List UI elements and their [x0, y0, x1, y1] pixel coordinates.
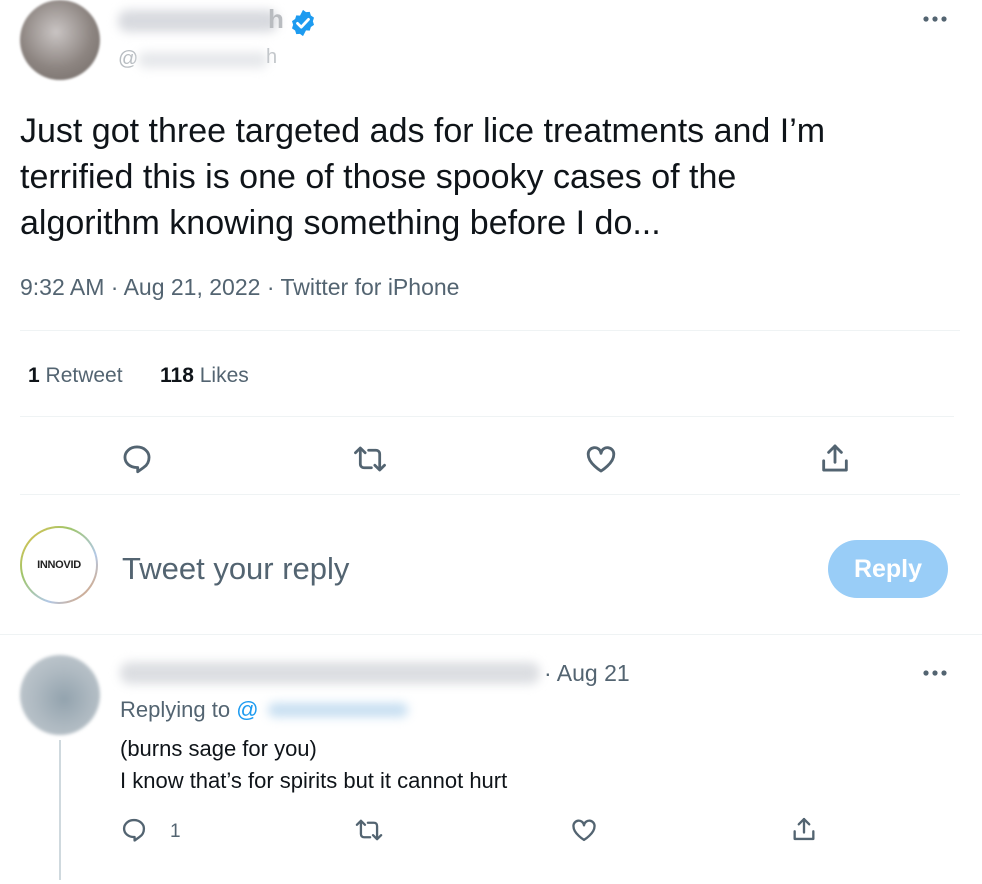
- verified-badge-icon: [288, 8, 318, 38]
- retweet-count: 1: [28, 364, 40, 387]
- tweet-text: Just got three targeted ads for lice tre…: [20, 108, 960, 246]
- tweet-text-line: terrified this is one of those spooky ca…: [20, 158, 737, 196]
- divider: [0, 634, 982, 635]
- tweet-source[interactable]: Twitter for iPhone: [280, 274, 459, 300]
- reply-icon[interactable]: [120, 816, 148, 844]
- share-icon[interactable]: [818, 440, 852, 476]
- reply-button[interactable]: Reply: [828, 540, 948, 598]
- reply-icon[interactable]: [120, 442, 154, 476]
- reply-author-avatar[interactable]: [20, 655, 100, 735]
- retweet-stat[interactable]: 1 Retweet: [28, 364, 123, 388]
- more-horizontal-icon[interactable]: [920, 12, 950, 26]
- reply-date[interactable]: · Aug 21: [544, 660, 630, 687]
- meta-separator: ·: [110, 274, 119, 300]
- author-avatar[interactable]: [20, 0, 100, 80]
- tweet-text-line: Just got three targeted ads for lice tre…: [20, 112, 826, 150]
- reply-count: 1: [170, 821, 181, 842]
- author-name-blurred[interactable]: [118, 10, 278, 32]
- heart-icon[interactable]: [570, 816, 598, 844]
- likes-count: 118: [160, 364, 194, 387]
- reply-author-name-blurred[interactable]: [120, 662, 540, 684]
- replying-to-label: Replying to: [120, 697, 231, 722]
- likes-stat[interactable]: 118 Likes: [160, 364, 249, 388]
- share-icon[interactable]: [790, 814, 818, 844]
- reply-input[interactable]: Tweet your reply: [122, 551, 349, 587]
- more-horizontal-icon[interactable]: [920, 666, 950, 680]
- thread-line: [59, 740, 61, 880]
- tweet-meta: 9:32 AM · Aug 21, 2022 · Twitter for iPh…: [20, 274, 459, 301]
- divider: [20, 416, 954, 417]
- tweet-text-line: algorithm knowing something before I do.…: [20, 204, 661, 242]
- reply-text-line: I know that’s for spirits but it cannot …: [120, 768, 508, 793]
- reply-composer-avatar[interactable]: INNOVID: [20, 526, 98, 604]
- heart-icon[interactable]: [584, 442, 618, 476]
- retweet-label: Retweet: [45, 364, 123, 387]
- likes-label: Likes: [199, 364, 249, 387]
- retweet-icon[interactable]: [354, 816, 384, 844]
- replying-to-handle[interactable]: @: [236, 697, 258, 722]
- meta-separator: ·: [266, 274, 275, 300]
- replying-to-handle-blurred[interactable]: [268, 703, 408, 717]
- retweet-icon[interactable]: [352, 442, 388, 476]
- tweet-time[interactable]: 9:32 AM: [20, 274, 104, 300]
- divider: [20, 330, 960, 331]
- innovid-logo: INNOVID: [37, 559, 81, 571]
- author-name-fragment[interactable]: h: [268, 4, 284, 35]
- author-handle-fragment[interactable]: h: [266, 46, 277, 69]
- author-handle-prefix[interactable]: @: [118, 48, 138, 71]
- author-handle-blurred[interactable]: [138, 52, 268, 68]
- tweet-date[interactable]: Aug 21, 2022: [124, 274, 261, 300]
- reply-text-line: (burns sage for you): [120, 736, 317, 761]
- reply-text: (burns sage for you) I know that’s for s…: [120, 733, 507, 797]
- divider: [20, 494, 960, 495]
- replying-to: Replying to @: [120, 697, 259, 723]
